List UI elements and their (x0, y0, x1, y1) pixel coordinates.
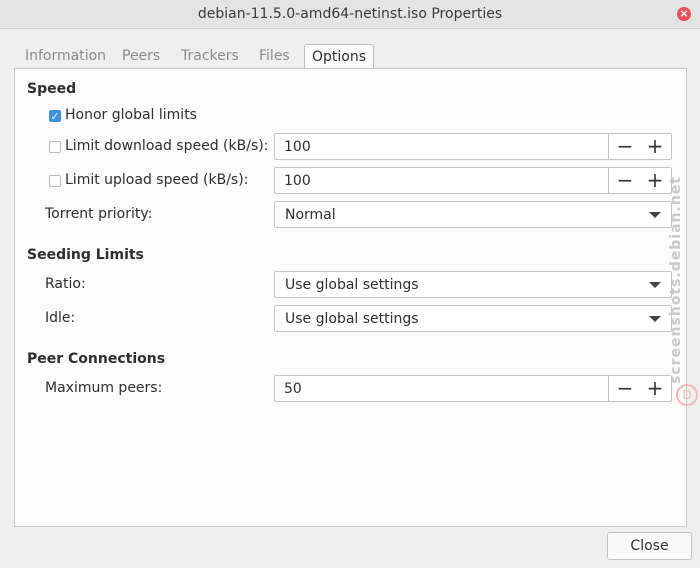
peers-decrement-button[interactable]: − (608, 376, 641, 401)
tab-peers[interactable]: Peers (122, 48, 160, 64)
maximum-peers-spinbox[interactable]: 50 − + (274, 375, 672, 402)
limit-download-checkbox[interactable] (49, 141, 61, 153)
upload-increment-button[interactable]: + (639, 168, 671, 193)
maximum-peers-label: Maximum peers: (45, 380, 163, 396)
download-speed-spinbox[interactable]: 100 − + (274, 133, 672, 160)
download-increment-button[interactable]: + (639, 134, 671, 159)
watermark-logo-icon: D (676, 384, 698, 406)
ratio-select[interactable]: Use global settings (274, 271, 672, 298)
chevron-down-icon (649, 282, 661, 288)
honor-global-limits-checkbox[interactable]: ✓ (49, 110, 61, 123)
ratio-label: Ratio: (45, 276, 86, 292)
chevron-down-icon (649, 316, 661, 322)
tab-information[interactable]: Information (25, 48, 106, 64)
speed-section-title: Speed (27, 81, 77, 97)
torrent-priority-select[interactable]: Normal (274, 201, 672, 228)
upload-speed-spinbox[interactable]: 100 − + (274, 167, 672, 194)
maximum-peers-value[interactable]: 50 (284, 381, 302, 397)
watermark-text: screenshots.debian.net (668, 176, 684, 384)
tab-options[interactable]: Options (304, 44, 375, 69)
limit-download-label[interactable]: Limit download speed (kB/s): (65, 138, 268, 154)
seeding-section-title: Seeding Limits (27, 247, 144, 263)
peer-connections-section-title: Peer Connections (27, 351, 166, 367)
idle-select[interactable]: Use global settings (274, 305, 672, 332)
idle-label: Idle: (45, 310, 76, 326)
close-button[interactable]: Close (607, 532, 692, 560)
upload-speed-value[interactable]: 100 (284, 173, 311, 189)
ratio-value: Use global settings (285, 277, 419, 293)
idle-value: Use global settings (285, 311, 419, 327)
chevron-down-icon (649, 212, 661, 218)
window-title: debian-11.5.0-amd64-netinst.iso Properti… (197, 6, 503, 22)
torrent-priority-value: Normal (285, 207, 336, 223)
window-close-icon[interactable]: × (677, 7, 691, 21)
honor-global-limits-label[interactable]: Honor global limits (65, 107, 197, 123)
limit-upload-checkbox[interactable] (49, 175, 61, 187)
torrent-priority-label: Torrent priority: (45, 206, 153, 222)
upload-decrement-button[interactable]: − (608, 168, 641, 193)
limit-upload-label[interactable]: Limit upload speed (kB/s): (65, 172, 248, 188)
download-speed-value[interactable]: 100 (284, 139, 311, 155)
title-bar: debian-11.5.0-amd64-netinst.iso Properti… (0, 0, 700, 29)
tab-trackers[interactable]: Trackers (181, 48, 239, 64)
download-decrement-button[interactable]: − (608, 134, 641, 159)
tab-files[interactable]: Files (259, 48, 290, 64)
peers-increment-button[interactable]: + (639, 376, 671, 401)
